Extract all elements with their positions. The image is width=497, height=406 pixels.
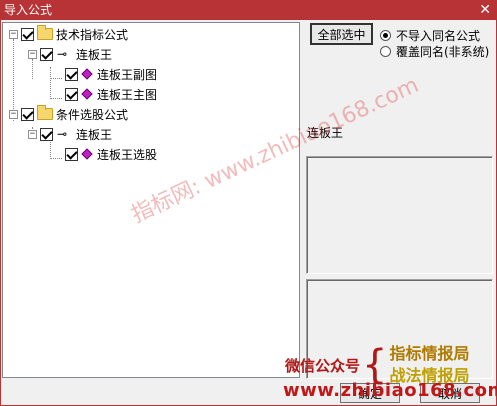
tree-connector bbox=[50, 67, 51, 99]
formula-description-panel bbox=[306, 156, 493, 274]
option-label: 不导入同名公式 bbox=[396, 29, 481, 43]
collapse-toggle[interactable]: − bbox=[28, 49, 37, 59]
tree-node-stock-selection[interactable]: − 条件选股公式 bbox=[9, 105, 128, 123]
title-bar[interactable]: 导入公式 ✕ bbox=[0, 0, 497, 20]
tree-node-tech-indicators[interactable]: − 技术指标公式 bbox=[9, 25, 128, 43]
folder-icon bbox=[37, 25, 53, 40]
window-title: 导入公式 bbox=[4, 3, 53, 17]
collapse-toggle[interactable]: − bbox=[28, 129, 37, 139]
tree-node-lianbanwang-2[interactable]: − ⊸ 连板王 bbox=[28, 125, 112, 143]
formula-detail-panel bbox=[306, 279, 493, 379]
select-all-button[interactable]: 全部选中 bbox=[310, 23, 373, 45]
formula-diamond-icon bbox=[81, 68, 93, 80]
checkbox-checked[interactable] bbox=[65, 67, 78, 81]
tree-connector bbox=[50, 98, 62, 99]
formula-tree[interactable]: − 技术指标公式 − ⊸ 连板王 连板王副图 连板王主图 − 条件选股公式 − … bbox=[2, 22, 300, 378]
checkbox-checked[interactable] bbox=[40, 47, 53, 61]
collapse-toggle[interactable]: − bbox=[9, 109, 18, 119]
selected-formula-name: 连板王 bbox=[307, 126, 344, 140]
collapse-toggle[interactable]: − bbox=[9, 29, 18, 39]
option-label: 覆盖同名(非系统) bbox=[396, 45, 490, 59]
tree-node-label: 连板王副图 bbox=[97, 67, 158, 82]
ok-button[interactable]: 确定 bbox=[340, 383, 400, 403]
close-icon[interactable]: ✕ bbox=[479, 1, 491, 19]
checkbox-checked[interactable] bbox=[65, 147, 78, 161]
option-skip-duplicates[interactable]: 不导入同名公式 bbox=[380, 27, 480, 44]
tree-node-lianbanwang-selection[interactable]: 连板王选股 bbox=[62, 145, 157, 163]
tree-node-label: 连板王主图 bbox=[97, 87, 158, 102]
formula-diamond-icon bbox=[81, 88, 93, 100]
checkbox-checked[interactable] bbox=[65, 87, 78, 101]
key-icon: ⊸ bbox=[57, 127, 68, 141]
radio-button[interactable] bbox=[380, 46, 391, 57]
key-icon: ⊸ bbox=[57, 47, 68, 61]
cancel-button[interactable]: 取消 bbox=[420, 383, 480, 403]
checkbox-checked[interactable] bbox=[40, 127, 53, 141]
tree-node-label: 连板王 bbox=[76, 45, 113, 63]
tree-node-label: 技术指标公式 bbox=[56, 27, 129, 42]
option-overwrite-duplicates[interactable]: 覆盖同名(非系统) bbox=[380, 43, 489, 60]
tree-node-label: 条件选股公式 bbox=[56, 107, 129, 122]
tree-node-label: 连板王 bbox=[76, 127, 113, 142]
tree-node-label: 连板王选股 bbox=[97, 147, 158, 162]
checkbox-checked[interactable] bbox=[21, 107, 34, 121]
tree-node-lianbanwang-mainchart[interactable]: 连板王主图 bbox=[62, 85, 157, 103]
checkbox-checked[interactable] bbox=[21, 27, 34, 41]
radio-button-selected[interactable] bbox=[380, 30, 391, 41]
tree-connector bbox=[50, 158, 62, 159]
tree-node-lianbanwang[interactable]: − ⊸ 连板王 bbox=[28, 45, 113, 63]
tree-node-lianbanwang-subchart[interactable]: 连板王副图 bbox=[62, 65, 157, 83]
tree-connector bbox=[50, 78, 62, 79]
formula-diamond-icon bbox=[81, 148, 93, 160]
folder-icon bbox=[37, 105, 53, 120]
